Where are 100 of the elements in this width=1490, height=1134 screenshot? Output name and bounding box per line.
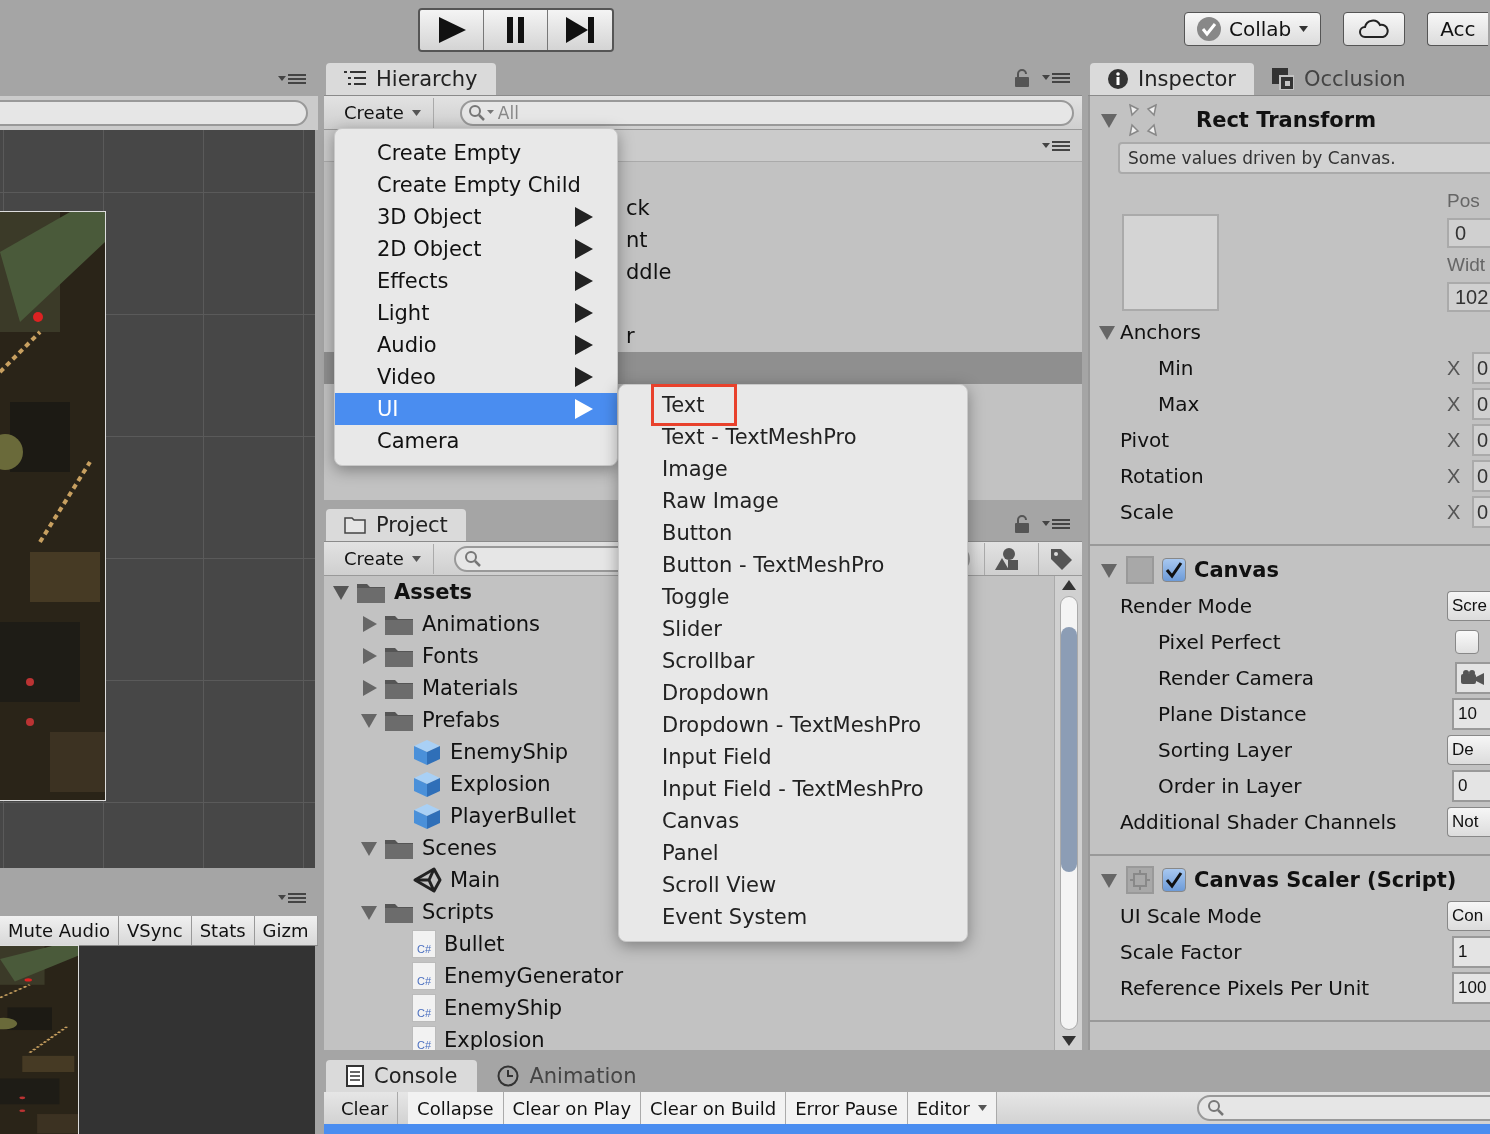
menu-item[interactable]: Event System	[651, 900, 819, 934]
tree-item[interactable]: Prefabs	[422, 708, 500, 732]
enabled-checkbox[interactable]	[1162, 558, 1186, 582]
dropdown[interactable]: De	[1447, 735, 1490, 765]
project-tab[interactable]: Project	[326, 509, 466, 541]
panel-menu-icon	[1042, 138, 1072, 153]
tree-item[interactable]: Animations	[422, 612, 540, 636]
dropdown[interactable]: Not	[1447, 807, 1490, 837]
console-toolbar-button[interactable]: Editor	[907, 1092, 997, 1124]
inspector-tab[interactable]: Inspector	[1090, 63, 1254, 95]
game-toolbar-button[interactable]: Gizm	[254, 916, 318, 945]
tree-item[interactable]: Fonts	[422, 644, 479, 668]
menu-item[interactable]: 3D Object	[335, 201, 617, 233]
checkbox[interactable]	[1455, 630, 1479, 654]
number-field[interactable]: 0	[1472, 424, 1490, 456]
number-field[interactable]: 0	[1452, 770, 1490, 802]
number-field[interactable]: 0	[1447, 218, 1490, 248]
tree-item[interactable]: Materials	[422, 676, 519, 700]
menu-item[interactable]: Slider	[651, 612, 733, 646]
search-field[interactable]: All	[459, 99, 1074, 126]
menu-item[interactable]: 2D Object	[335, 233, 617, 265]
tree-item[interactable]: Bullet	[444, 932, 505, 956]
inspector-tab[interactable]: Occlusion	[1253, 63, 1424, 95]
property-label: Render Camera	[1158, 666, 1315, 690]
panel-menu-icon	[278, 891, 308, 905]
number-field[interactable]: 0	[1472, 388, 1490, 420]
number-field[interactable]: 0	[1472, 460, 1490, 492]
menu-item[interactable]: Scrollbar	[651, 644, 766, 678]
tree-item[interactable]: EnemyGenerator	[444, 964, 624, 988]
tree-item[interactable]: Assets	[394, 580, 473, 604]
console-toolbar-button[interactable]: Error Pause	[786, 1092, 908, 1124]
menu-item[interactable]: Effects	[335, 265, 617, 297]
menu-item[interactable]: Image	[651, 452, 739, 486]
account-button[interactable]: Acc	[1427, 12, 1488, 46]
console-tab[interactable]: Console	[326, 1060, 478, 1092]
pause-button[interactable]	[484, 10, 548, 50]
tree-item[interactable]: EnemyShip	[444, 996, 563, 1020]
tree-item[interactable]: Scenes	[422, 836, 497, 860]
menu-item[interactable]: Panel	[651, 836, 730, 870]
console-toolbar-button[interactable]: Clear	[332, 1092, 399, 1124]
cloud-button[interactable]	[1343, 12, 1406, 46]
menu-item[interactable]: Input Field - TextMeshPro	[651, 772, 935, 806]
menu-item[interactable]: Create Empty Child	[335, 169, 617, 201]
number-field[interactable]: 102	[1447, 282, 1490, 312]
search-field[interactable]	[1197, 1095, 1490, 1121]
enabled-checkbox[interactable]	[1162, 868, 1186, 892]
menu-item[interactable]: Dropdown - TextMeshPro	[651, 708, 933, 742]
console-tab[interactable]: Animation	[477, 1060, 657, 1092]
tree-item[interactable]: Main	[450, 868, 501, 892]
menu-item[interactable]: Video	[335, 361, 617, 393]
console-toolbar-button[interactable]: Clear on Play	[503, 1092, 642, 1124]
menu-item[interactable]: Toggle	[651, 580, 741, 614]
console-toolbar-button[interactable]: Collapse	[408, 1092, 504, 1124]
menu-item[interactable]: Create Empty	[335, 137, 617, 169]
scrollbar-thumb[interactable]	[1060, 627, 1077, 872]
menu-item[interactable]: Text	[651, 384, 738, 426]
game-toolbar-button[interactable]: Stats	[191, 916, 255, 945]
number-field[interactable]: 0	[1472, 352, 1490, 384]
menu-item[interactable]: Camera	[335, 425, 617, 457]
search-field[interactable]	[0, 100, 308, 126]
menu-item[interactable]: Scroll View	[651, 868, 788, 902]
dropdown[interactable]: Con	[1447, 901, 1490, 931]
menu-item[interactable]: Canvas	[651, 804, 751, 838]
step-button[interactable]	[548, 10, 612, 50]
menu-item[interactable]: Input Field	[651, 740, 783, 774]
tree-item[interactable]: PlayerBullet	[450, 804, 576, 828]
menu-item[interactable]: Button - TextMeshPro	[651, 548, 896, 582]
number-field[interactable]: 10	[1452, 698, 1490, 730]
camera-icon	[1461, 670, 1485, 686]
menu-item[interactable]: Light	[335, 297, 617, 329]
number-field[interactable]: 1	[1452, 936, 1490, 968]
game-toolbar-button[interactable]: Mute Audio	[0, 916, 119, 945]
play-button[interactable]	[420, 10, 484, 50]
menu-item[interactable]: Raw Image	[651, 484, 790, 518]
cube-icon	[412, 770, 442, 798]
submenu-arrow-icon	[575, 271, 593, 291]
hierarchy-item[interactable]: nt	[626, 228, 648, 252]
field-label: Pos	[1447, 189, 1481, 213]
lock-icon	[1014, 69, 1030, 87]
tree-item[interactable]: Scripts	[422, 900, 494, 924]
menu-item[interactable]: Audio	[335, 329, 617, 361]
object-field[interactable]	[1455, 662, 1490, 694]
hierarchy-item[interactable]: ck	[626, 196, 650, 220]
script-icon: C#	[412, 1026, 436, 1050]
game-toolbar-button[interactable]: VSync	[118, 916, 192, 945]
create-dropdown[interactable]: Create	[332, 543, 434, 574]
menu-item[interactable]: Button	[651, 516, 744, 550]
menu-item[interactable]: Dropdown	[651, 676, 781, 710]
hierarchy-item[interactable]: r	[626, 324, 635, 348]
create-dropdown[interactable]: Create	[332, 97, 434, 128]
number-field[interactable]: 0	[1472, 496, 1490, 528]
tree-item[interactable]: EnemyShip	[450, 740, 569, 764]
hierarchy-item[interactable]: ddle	[626, 260, 672, 284]
number-field[interactable]: 100	[1452, 972, 1490, 1004]
collab-button[interactable]: Collab	[1184, 12, 1322, 46]
console-toolbar-button[interactable]: Clear on Build	[641, 1092, 787, 1124]
dropdown[interactable]: Scre	[1447, 591, 1490, 621]
tree-item[interactable]: Explosion	[450, 772, 551, 796]
hierarchy-tab[interactable]: Hierarchy	[326, 63, 496, 95]
script-icon: C#	[412, 962, 436, 990]
